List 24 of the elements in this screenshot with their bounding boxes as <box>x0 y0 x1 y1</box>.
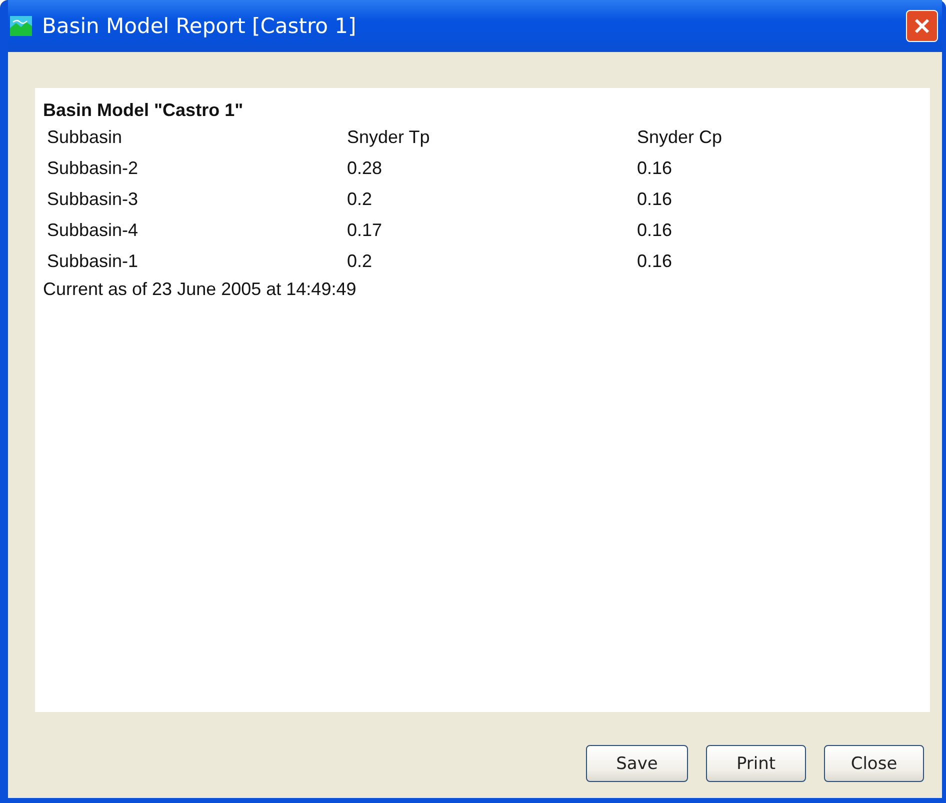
table-cell-text: 0.2 <box>347 250 374 273</box>
close-icon <box>913 17 931 35</box>
table-cell-text: Subbasin-3 <box>47 188 140 211</box>
dialog-button[interactable]: Print <box>706 745 806 782</box>
table-cell-text: 0.16 <box>637 188 674 211</box>
table-cell-text: 0.16 <box>637 250 674 273</box>
timestamp-text: Current as of 23 June 2005 at 14:49:49 <box>43 279 358 300</box>
report-heading: Basin Model "Castro 1" <box>43 100 244 121</box>
column-header: Subbasin <box>47 126 124 149</box>
table-cell-text: Subbasin-4 <box>47 219 140 242</box>
table-cell-text: 0.2 <box>347 188 374 211</box>
column-header: Snyder Tp <box>347 126 431 149</box>
table-cell-text: Subbasin-2 <box>47 157 140 180</box>
landscape-icon <box>10 16 32 36</box>
column-header: Snyder Cp <box>637 126 724 149</box>
window-title: Basin Model Report [Castro 1] <box>42 14 358 38</box>
table-cell-text: Subbasin-1 <box>47 250 140 273</box>
close-button[interactable] <box>906 10 938 42</box>
table-cell-text: 0.17 <box>347 219 384 242</box>
dialog-button[interactable]: Close <box>824 745 924 782</box>
dialog-button[interactable]: Save <box>586 745 688 782</box>
table-cell-text: 0.16 <box>637 219 674 242</box>
table-cell-text: 0.16 <box>637 157 674 180</box>
table-cell-text: 0.28 <box>347 157 384 180</box>
